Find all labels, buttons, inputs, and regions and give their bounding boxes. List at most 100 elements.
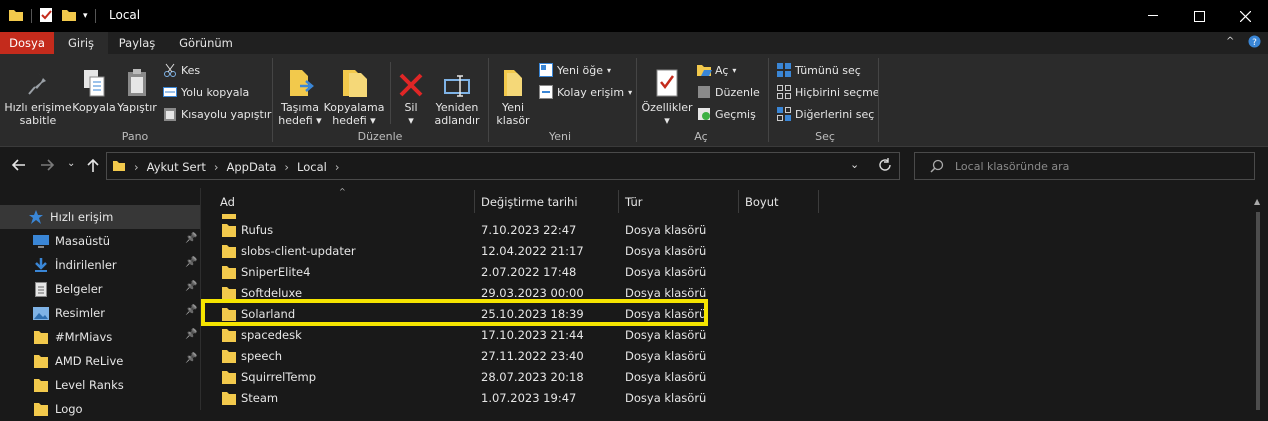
file-name: Steam bbox=[241, 391, 279, 405]
maximize-button[interactable] bbox=[1176, 0, 1222, 32]
copy-path-button[interactable]: Yolu kopyala bbox=[162, 82, 249, 102]
paste-button[interactable]: Yapıştır bbox=[116, 64, 158, 114]
new-folder-quick-icon[interactable] bbox=[61, 8, 77, 25]
folder-icon bbox=[222, 370, 236, 384]
properties-icon bbox=[655, 64, 679, 98]
file-name: Rufus bbox=[241, 223, 274, 237]
paste-shortcut-button[interactable]: Kısayolu yapıştır bbox=[162, 104, 271, 124]
properties-button[interactable]: Özellikler ▾ bbox=[640, 64, 694, 127]
invert-selection-button[interactable]: Diğerlerini seç bbox=[776, 104, 874, 124]
nav-item[interactable]: Hızlı erişim bbox=[0, 205, 228, 229]
column-header-name[interactable]: Ad bbox=[220, 190, 235, 214]
breadcrumb-item[interactable]: AppData bbox=[226, 160, 276, 174]
nav-item[interactable]: #MrMiavs 📌 bbox=[0, 325, 233, 349]
new-item-button[interactable]: Yeni öğe ▾ bbox=[538, 60, 611, 80]
file-row[interactable]: slobs-client-updater 12.04.2022 21:17 Dosy… bbox=[202, 241, 1248, 262]
properties-quick-icon[interactable] bbox=[39, 7, 53, 26]
column-header-type[interactable]: Tür bbox=[625, 190, 642, 214]
file-type: Dosya klasörü bbox=[625, 370, 707, 384]
group-label-clipboard: Pano bbox=[121, 130, 149, 143]
nav-item[interactable]: AMD ReLive 📌 bbox=[0, 349, 233, 373]
tab-view[interactable]: Görünüm bbox=[170, 32, 242, 54]
cut-button[interactable]: Kes bbox=[162, 60, 200, 80]
new-folder-button[interactable]: Yeni klasör bbox=[494, 64, 532, 127]
back-arrow-icon[interactable] bbox=[10, 158, 26, 175]
nav-item[interactable]: Masaüstü 📌 bbox=[0, 229, 233, 253]
select-all-button[interactable]: Tümünü seç bbox=[776, 60, 861, 80]
file-date: 29.03.2023 00:00 bbox=[481, 286, 584, 300]
nav-item[interactable]: Resimler 📌 bbox=[0, 301, 233, 325]
minimize-button[interactable] bbox=[1130, 0, 1176, 32]
vertical-scrollbar[interactable] bbox=[1256, 212, 1260, 410]
column-header-date[interactable]: Değiştirme tarihi bbox=[481, 190, 578, 214]
file-date: 1.07.2023 19:47 bbox=[481, 391, 577, 405]
group-label-select: Seç bbox=[815, 130, 835, 143]
breadcrumb-item[interactable]: Local bbox=[297, 160, 327, 174]
edit-button[interactable]: Düzenle bbox=[696, 82, 760, 102]
history-button[interactable]: Geçmiş bbox=[696, 104, 756, 124]
rename-icon bbox=[443, 64, 471, 98]
document-icon bbox=[33, 281, 49, 297]
folder-icon bbox=[222, 391, 236, 405]
scroll-up-arrow-icon[interactable]: ▲ bbox=[1254, 197, 1260, 206]
pin-icon: 📌 bbox=[185, 353, 198, 364]
paste-shortcut-icon bbox=[162, 106, 178, 122]
nav-item[interactable]: Level Ranks bbox=[0, 373, 233, 397]
folder-icon bbox=[222, 328, 236, 342]
tab-share[interactable]: Paylaş bbox=[108, 32, 166, 54]
folder-icon bbox=[112, 159, 126, 175]
highlight-box bbox=[201, 299, 708, 326]
folder-icon bbox=[222, 214, 236, 219]
file-date: 28.07.2023 20:18 bbox=[481, 370, 584, 384]
tab-file[interactable]: Dosya bbox=[0, 32, 54, 54]
edit-icon bbox=[696, 84, 712, 100]
folder-icon bbox=[222, 223, 236, 237]
up-arrow-icon[interactable] bbox=[86, 157, 100, 176]
easy-access-button[interactable]: Kolay erişim ▾ bbox=[538, 82, 632, 102]
folder-icon bbox=[33, 329, 49, 345]
file-row[interactable]: Steam 1.07.2023 19:47 Dosya klasörü bbox=[202, 388, 1248, 409]
file-name: SquirrelTemp bbox=[241, 370, 317, 384]
nav-item[interactable]: Logo bbox=[0, 397, 233, 421]
pin-icon bbox=[26, 64, 50, 98]
file-row[interactable]: spacedesk 17.10.2023 21:44 Dosya klasörü bbox=[202, 325, 1248, 346]
nav-item-label: Hızlı erişim bbox=[50, 210, 114, 224]
folder-icon bbox=[222, 244, 236, 258]
help-icon[interactable]: ? bbox=[1248, 35, 1261, 51]
pin-icon: 📌 bbox=[185, 233, 198, 244]
column-header-size[interactable]: Boyut bbox=[745, 190, 779, 214]
copy-path-icon bbox=[162, 84, 178, 100]
collapse-ribbon-icon[interactable]: ^ bbox=[1226, 36, 1234, 47]
file-row[interactable]: speech 27.11.2022 23:40 Dosya klasörü bbox=[202, 346, 1248, 367]
nav-item-label: Resimler bbox=[55, 306, 105, 320]
move-to-button[interactable]: Taşıma hedefi ▾ bbox=[276, 64, 324, 127]
copy-to-button[interactable]: Kopyalama hedefi ▾ bbox=[324, 64, 384, 127]
file-date: 7.10.2023 22:47 bbox=[481, 223, 577, 237]
pin-quick-access-button[interactable]: Hızlı erişime sabitle bbox=[4, 64, 72, 127]
file-name: SniperElite4 bbox=[241, 265, 311, 279]
recent-locations-chevron-icon[interactable]: ⌄ bbox=[67, 158, 75, 169]
close-button[interactable] bbox=[1222, 0, 1268, 32]
rename-button[interactable]: Yeniden adlandır bbox=[432, 64, 482, 127]
file-row[interactable]: SniperElite4 2.07.2022 17:48 Dosya klasörü bbox=[202, 262, 1248, 283]
forward-arrow-icon[interactable] bbox=[40, 158, 56, 175]
search-placeholder: Local klasöründe ara bbox=[955, 160, 1070, 173]
nav-item[interactable]: İndirilenler 📌 bbox=[0, 253, 233, 277]
group-label-open: Aç bbox=[694, 130, 708, 143]
tab-home[interactable]: Giriş bbox=[54, 32, 108, 54]
select-none-button[interactable]: Hiçbirini seçme bbox=[776, 82, 880, 102]
file-row[interactable]: Rufus 7.10.2023 22:47 Dosya klasörü bbox=[202, 220, 1248, 241]
open-button[interactable]: Aç ▾ bbox=[696, 60, 736, 80]
delete-button[interactable]: Sil ▾ bbox=[394, 64, 428, 127]
breadcrumb-item[interactable]: Aykut Sert bbox=[147, 160, 206, 174]
pictures-icon bbox=[33, 305, 49, 321]
copy-to-icon bbox=[340, 64, 368, 98]
address-dropdown-chevron-icon[interactable]: ⌄ bbox=[850, 158, 859, 171]
customize-quick-access-icon[interactable]: ▾ bbox=[83, 11, 88, 21]
refresh-icon[interactable] bbox=[878, 158, 892, 175]
pin-icon: 📌 bbox=[185, 257, 198, 268]
file-type: Dosya klasörü bbox=[625, 391, 707, 405]
copy-button[interactable]: Kopyala bbox=[72, 64, 116, 114]
nav-item[interactable]: Belgeler 📌 bbox=[0, 277, 233, 301]
file-row[interactable]: SquirrelTemp 28.07.2023 20:18 Dosya klasör… bbox=[202, 367, 1248, 388]
